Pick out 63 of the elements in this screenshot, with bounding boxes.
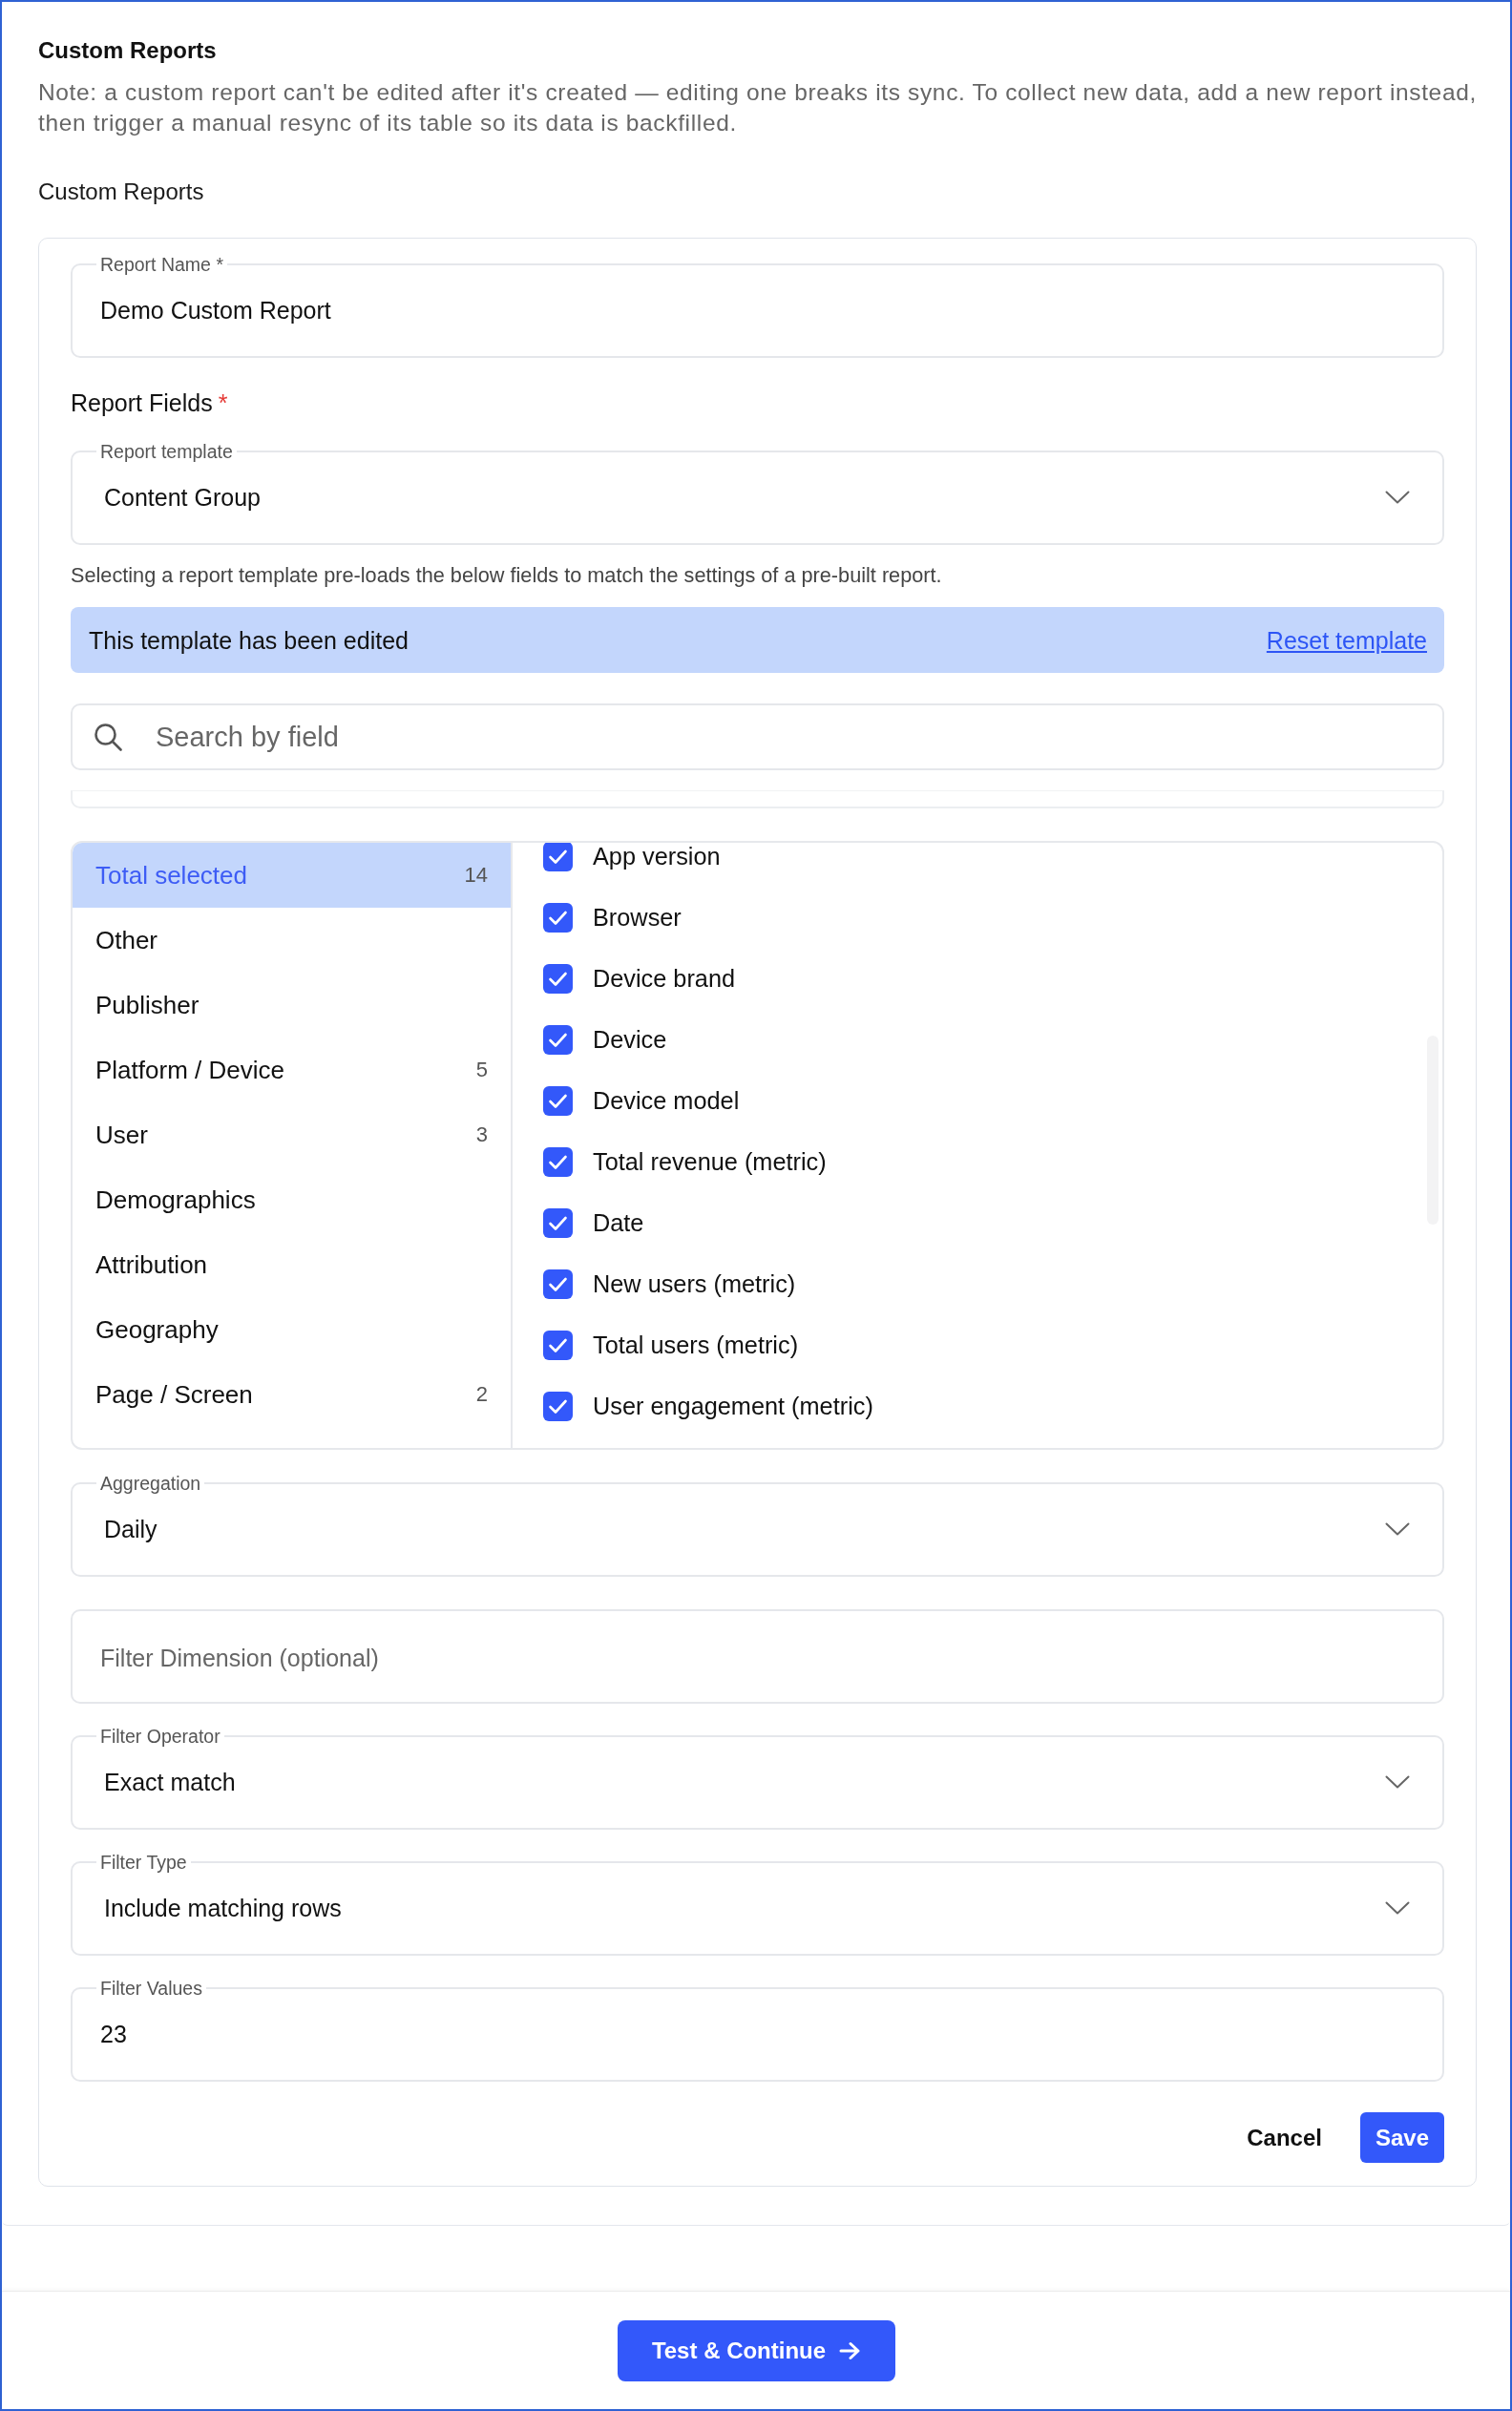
banner-text: This template has been edited: [89, 625, 409, 655]
dropdown-field[interactable]: Report template Content Group: [71, 442, 1444, 545]
checkbox[interactable]: [543, 963, 573, 994]
dropdown-field[interactable]: Filter Type Include matching rows: [71, 1853, 1444, 1956]
fields-heading: Report Fields *: [71, 388, 229, 417]
chevron-down-icon: [1385, 1522, 1410, 1536]
item-count: 5: [475, 1058, 488, 1082]
option-label: App version: [593, 843, 721, 870]
continue-button[interactable]: Test & Continue: [617, 2319, 895, 2381]
option-label: Device model: [593, 1086, 740, 1115]
field-label: Report template: [99, 442, 234, 461]
checkbox[interactable]: [543, 1391, 573, 1421]
field-label: Filter Operator: [99, 1727, 221, 1746]
page-title: Custom Reports: [38, 37, 218, 64]
field-label: Filter Type: [99, 1853, 188, 1872]
checkbox[interactable]: [543, 1268, 573, 1299]
chevron-down-icon: [1385, 1901, 1410, 1915]
input-field[interactable]: Report Name * Demo Custom Report: [71, 255, 1444, 358]
option-label: Device brand: [593, 964, 736, 993]
option-label: User engagement (metric): [593, 1392, 873, 1420]
checkbox[interactable]: [543, 902, 573, 933]
checkbox[interactable]: [543, 1085, 573, 1116]
option-label: New users (metric): [593, 1269, 796, 1298]
checkbox[interactable]: [543, 1024, 573, 1055]
item-count: 2: [475, 1382, 488, 1407]
input-field[interactable]: Filter Dimension (optional): [71, 1609, 1444, 1704]
option-label: Date: [593, 1208, 644, 1237]
category-item[interactable]: Attribution: [73, 1232, 511, 1297]
option-label: Total revenue (metric): [593, 1147, 827, 1176]
chevron-down-icon: [1385, 491, 1410, 504]
option-label: Total users (metric): [593, 1331, 799, 1359]
checkbox[interactable]: [543, 843, 573, 871]
field-label: Report Name *: [99, 255, 224, 274]
field-label: Filter Values: [99, 1979, 203, 1998]
category-item[interactable]: Other: [73, 908, 511, 973]
helper-text: Selecting a report template pre-loads the below fields to match the settings of a pre-built report.: [71, 563, 943, 588]
category-item[interactable]: Page / Screen 2: [73, 1362, 511, 1427]
category-item[interactable]: Platform / Device 5: [73, 1038, 511, 1102]
field-label: Aggregation: [99, 1474, 202, 1493]
save-button[interactable]: Save: [1359, 2112, 1444, 2163]
search-icon: [94, 723, 122, 751]
arrow-right-icon: [839, 2340, 861, 2360]
category-item[interactable]: Publisher: [73, 973, 511, 1038]
option-label: Browser: [593, 903, 682, 932]
chevron-down-icon: [1385, 1775, 1410, 1789]
input-field[interactable]: Filter Values 23: [71, 1979, 1444, 2082]
checkbox[interactable]: [543, 1330, 573, 1360]
dropdown-field[interactable]: Filter Operator Exact match: [71, 1727, 1444, 1830]
section-heading: Custom Reports: [38, 178, 205, 206]
reset-template-link[interactable]: Reset template: [1266, 625, 1427, 655]
checkbox[interactable]: [543, 1207, 573, 1238]
option-label: Device: [593, 1025, 667, 1054]
category-item[interactable]: Geography: [73, 1297, 511, 1362]
cancel-button[interactable]: Cancel: [1247, 2123, 1322, 2152]
item-count: 3: [475, 1122, 488, 1147]
category-item[interactable]: Total selected 14: [73, 843, 511, 908]
search-field[interactable]: Search by field: [71, 703, 1444, 770]
category-item[interactable]: User 3: [73, 1102, 511, 1167]
category-item[interactable]: Demographics: [73, 1167, 511, 1232]
checkbox[interactable]: [543, 1146, 573, 1177]
note-text: Note: a custom report can't be edited after it's created — editing one breaks its sync. To collect new data, add a new report instead, then trigger a manual resync of its table so its data is backfilled.: [38, 78, 1477, 137]
item-count: 14: [464, 863, 488, 888]
dropdown-field[interactable]: Aggregation Daily: [71, 1474, 1444, 1577]
